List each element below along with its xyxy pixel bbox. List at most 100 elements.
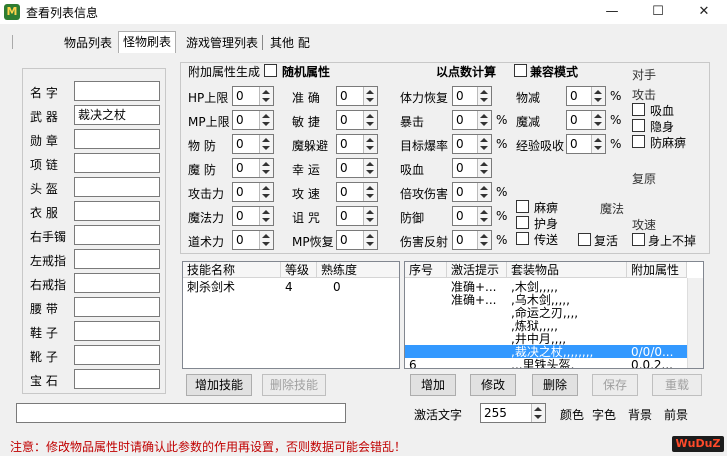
attr-b-spin-1[interactable]: 0	[336, 110, 378, 130]
item-row-0[interactable]: 准确+... ,木剑,,,,,	[405, 280, 687, 294]
attr-d-spin-2[interactable]: 0	[566, 134, 606, 154]
mid-checkbox-2[interactable]	[516, 232, 529, 245]
equip-field-1[interactable]: 裁决之杖	[74, 105, 160, 125]
attr-d-spin-1[interactable]: 0	[566, 110, 606, 130]
skill-row-name[interactable]: 刺杀剑术	[187, 280, 235, 294]
attr-a-spin-0[interactable]: 0	[232, 86, 274, 106]
items-col-set[interactable]: 套装物品	[507, 262, 627, 278]
item-set-0: ,木剑,,,,,	[511, 280, 558, 294]
attr-b-spin-3[interactable]: 0	[336, 158, 378, 178]
equip-field-2[interactable]	[74, 129, 160, 149]
attr-d-unit-1: %	[610, 113, 622, 127]
attr-a-spin-4[interactable]: 0	[232, 182, 274, 202]
add-item-button[interactable]: 增加	[410, 374, 456, 396]
save-item-button[interactable]: 保存	[592, 374, 638, 396]
attr-a-spin-6[interactable]: 0	[232, 230, 274, 250]
equip-field-7[interactable]	[74, 249, 160, 269]
mid-checkbox-1[interactable]	[516, 216, 529, 229]
bottom-checkbox-1[interactable]	[632, 233, 645, 246]
skills-table[interactable]: 技能名称 等级 熟练度 刺杀剑术 4 0	[182, 261, 400, 369]
attr-c-unit-6: %	[496, 233, 508, 247]
equip-field-3[interactable]	[74, 153, 160, 173]
item-row-4[interactable]: ,井中月,,,,	[405, 332, 687, 346]
equip-label-0: 名 字	[30, 86, 58, 100]
equip-field-11[interactable]	[74, 345, 160, 365]
item-row-2[interactable]: ,命运之刃,,,,	[405, 306, 687, 320]
attr-a-label-4: 攻击力	[188, 187, 225, 201]
right-checkbox-2[interactable]	[632, 135, 645, 148]
compat-checkbox[interactable]	[514, 64, 527, 77]
item-row-6[interactable]: 6 ,,,里铁头盔, 0,0,2...	[405, 358, 687, 368]
attr-gen-checkbox[interactable]	[264, 64, 277, 77]
attr-c-spin-1[interactable]: 0	[452, 110, 492, 130]
attr-a-spin-1[interactable]: 0	[232, 110, 274, 130]
attr-b-label-0: 准 确	[292, 91, 320, 105]
attr-a-spin-3[interactable]: 0	[232, 158, 274, 178]
tab-scroll-left[interactable]	[12, 35, 20, 49]
attr-b-spin-0[interactable]: 0	[336, 86, 378, 106]
attr-b-spin-5[interactable]: 0	[336, 206, 378, 226]
attr-c-spin-6[interactable]: 0	[452, 230, 492, 250]
equip-field-6[interactable]	[74, 225, 160, 245]
bottom-checkbox-0[interactable]	[578, 233, 591, 246]
skills-col-exp[interactable]: 熟练度	[317, 262, 399, 278]
maximize-button[interactable]: ☐	[635, 0, 681, 24]
skills-col-level[interactable]: 等级	[281, 262, 317, 278]
attr-b-spin-3-value: 0	[340, 161, 348, 175]
attr-a-spin-5[interactable]: 0	[232, 206, 274, 226]
item-row-3[interactable]: ,炼狱,,,,,	[405, 319, 687, 333]
equip-field-5[interactable]	[74, 201, 160, 221]
attr-d-unit-2: %	[610, 137, 622, 151]
right-checkbox-1[interactable]	[632, 119, 645, 132]
minimize-button[interactable]: —	[589, 0, 635, 24]
item-row-5[interactable]: ,裁决之杖,,,,,,,, 0/0/0...	[405, 345, 687, 359]
attr-c-spin-2[interactable]: 0	[452, 134, 492, 154]
title-bar: M 查看列表信息 — ☐ ✕	[0, 0, 727, 24]
attr-c-spin-0[interactable]: 0	[452, 86, 492, 106]
tab-items[interactable]: 物品列表	[60, 33, 116, 53]
equip-field-9[interactable]	[74, 297, 160, 317]
equip-field-4[interactable]	[74, 177, 160, 197]
attr-c-spin-4[interactable]: 0	[452, 182, 492, 202]
mid-checkbox-0[interactable]	[516, 200, 529, 213]
items-table[interactable]: 序号 激活提示 套装物品 附加属性 准确+... ,木剑,,,,, 准确+... ,乌…	[404, 261, 704, 369]
activate-text-spinner[interactable]: 255	[480, 403, 546, 423]
item-set-5: ,裁决之杖,,,,,,,,	[511, 345, 594, 359]
item-row-1[interactable]: 准确+... ,乌木剑,,,,,	[405, 293, 687, 307]
skills-col-name[interactable]: 技能名称	[183, 262, 281, 278]
wudu-logo: WuDuZ	[672, 436, 724, 452]
bottom-text-input[interactable]	[16, 403, 346, 423]
tab-separator	[262, 35, 263, 50]
attr-b-spin-2[interactable]: 0	[336, 134, 378, 154]
attr-a-spin-2[interactable]: 0	[232, 134, 274, 154]
tab-gm-list[interactable]: 游戏管理列表	[182, 33, 262, 53]
equip-field-10[interactable]	[74, 321, 160, 341]
items-col-no[interactable]: 序号	[405, 262, 447, 278]
equip-field-12[interactable]	[74, 369, 160, 389]
close-button[interactable]: ✕	[681, 0, 727, 24]
reload-items-button[interactable]: 重载	[652, 374, 702, 396]
skill-row-exp[interactable]: 0	[333, 280, 341, 294]
items-scrollbar[interactable]	[687, 278, 703, 368]
attr-b-spin-6[interactable]: 0	[336, 230, 378, 250]
tab-other[interactable]: 其他 配	[266, 33, 314, 53]
attr-d-spin-0[interactable]: 0	[566, 86, 606, 106]
edit-item-button[interactable]: 修改	[470, 374, 516, 396]
attr-c-label-4: 倍攻伤害	[400, 187, 449, 201]
equip-field-8[interactable]	[74, 273, 160, 293]
add-skill-button[interactable]: 增加技能	[186, 374, 252, 396]
items-col-attr[interactable]: 附加属性	[627, 262, 687, 278]
attr-b-spin-2-value: 0	[340, 137, 348, 151]
right-checkbox-0[interactable]	[632, 103, 645, 116]
skill-row-level[interactable]: 4	[285, 280, 293, 294]
attr-c-spin-5[interactable]: 0	[452, 206, 492, 226]
items-col-tip[interactable]: 激活提示	[447, 262, 507, 278]
tab-monsters[interactable]: 怪物刷表	[118, 31, 177, 53]
delete-item-button[interactable]: 删除	[532, 374, 578, 396]
equip-field-0[interactable]	[74, 81, 160, 101]
attr-a-label-0: HP上限	[188, 91, 229, 105]
attr-b-spin-4[interactable]: 0	[336, 182, 378, 202]
delete-skill-button[interactable]: 删除技能	[262, 374, 326, 396]
item-set-2: ,命运之刃,,,,	[511, 306, 579, 320]
attr-c-spin-3[interactable]: 0	[452, 158, 492, 178]
